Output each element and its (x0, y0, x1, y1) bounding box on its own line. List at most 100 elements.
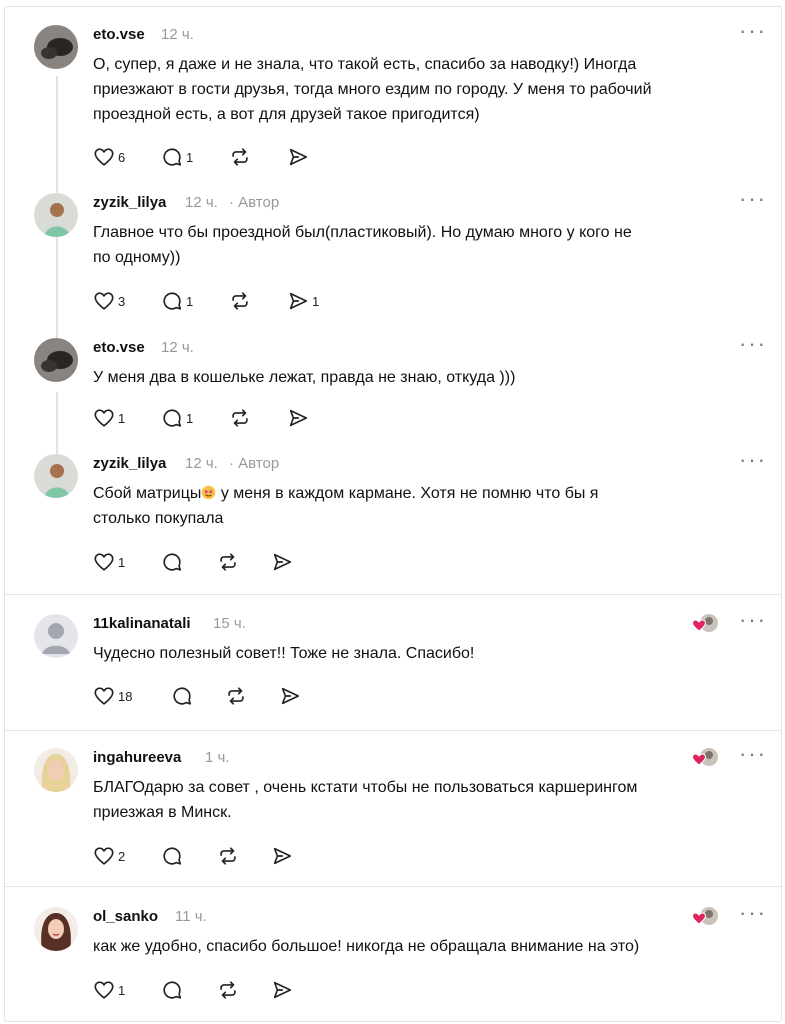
timestamp: 1 ч. (205, 749, 230, 766)
username[interactable]: zyzik_lilya (93, 455, 166, 472)
heart-icon (94, 981, 114, 999)
send-icon (273, 847, 292, 865)
repost-button[interactable] (217, 979, 239, 1001)
repost-button[interactable] (217, 845, 239, 867)
more-options-icon[interactable]: ··· (739, 18, 767, 44)
like-count: 1 (118, 554, 126, 570)
separator (4, 594, 781, 595)
share-button[interactable] (271, 551, 293, 573)
comment-icon (163, 409, 182, 427)
comment-text: У меня два в кошельке лежат, правда не з… (93, 369, 516, 386)
author-badge: · Автор (229, 455, 280, 472)
reply-count: 1 (186, 149, 194, 165)
comment-text: О, супер, я даже и не знала, что такой е… (93, 56, 652, 123)
repost-icon (232, 409, 248, 427)
emoji-icon (202, 485, 216, 500)
thread-line (56, 392, 58, 454)
comment-icon (173, 687, 192, 705)
share-button[interactable] (271, 845, 293, 867)
username[interactable]: eto.vse (93, 339, 145, 356)
repost-icon (232, 148, 248, 166)
heart-icon (94, 148, 114, 166)
avatar[interactable] (34, 193, 78, 237)
like-count: 1 (118, 982, 126, 998)
share-button[interactable] (279, 685, 301, 707)
reply-button[interactable] (171, 685, 193, 707)
comment-icon (163, 847, 182, 865)
share-count: 1 (312, 293, 320, 309)
like-count: 18 (118, 688, 133, 704)
reply-button[interactable]: 1 (161, 407, 193, 429)
liked-by-author-badge (691, 906, 720, 928)
avatar[interactable] (34, 454, 78, 498)
like-button[interactable]: 1 (93, 979, 125, 1001)
like-count: 3 (118, 293, 126, 309)
avatar[interactable] (34, 907, 78, 951)
reply-button[interactable] (161, 979, 183, 1001)
like-button[interactable]: 3 (93, 290, 125, 312)
reply-count: 1 (186, 293, 194, 309)
heart-icon (94, 687, 114, 705)
like-count: 1 (118, 410, 126, 426)
username[interactable]: eto.vse (93, 26, 145, 43)
username[interactable]: zyzik_lilya (93, 194, 166, 211)
reply-button[interactable] (161, 845, 183, 867)
timestamp: 12 ч. (185, 455, 218, 472)
comment-icon (163, 553, 182, 571)
share-button[interactable] (271, 979, 293, 1001)
like-button[interactable]: 18 (93, 685, 132, 707)
heart-icon (94, 847, 114, 865)
username[interactable]: 11kalinanatali (93, 615, 191, 632)
avatar[interactable] (34, 25, 78, 69)
username[interactable]: ingahureeva (93, 749, 181, 766)
avatar[interactable] (34, 614, 78, 658)
reply-button[interactable]: 1 (161, 146, 193, 168)
heart-icon (94, 409, 114, 427)
comment-icon (163, 148, 182, 166)
more-options-icon[interactable]: ··· (739, 186, 767, 212)
username[interactable]: ol_sanko (93, 908, 158, 925)
repost-icon (232, 292, 248, 310)
reply-button[interactable] (161, 551, 183, 573)
repost-button[interactable] (229, 407, 251, 429)
timestamp: 12 ч. (161, 26, 194, 43)
like-button[interactable]: 1 (93, 407, 125, 429)
share-button[interactable] (287, 407, 309, 429)
like-count: 2 (118, 848, 126, 864)
repost-button[interactable] (229, 146, 251, 168)
more-options-icon[interactable]: ··· (739, 900, 767, 926)
avatar[interactable] (34, 338, 78, 382)
avatar[interactable] (34, 748, 78, 792)
comment-text: Сбой матрицы у меня в каждом кармане. Хо… (93, 485, 599, 527)
send-icon (289, 292, 308, 310)
more-options-icon[interactable]: ··· (739, 607, 767, 633)
repost-icon (228, 687, 244, 705)
more-options-icon[interactable]: ··· (739, 331, 767, 357)
like-button[interactable]: 6 (93, 146, 125, 168)
timestamp: 12 ч. (185, 194, 218, 211)
send-icon (273, 553, 292, 571)
repost-button[interactable] (225, 685, 247, 707)
more-options-icon[interactable]: ··· (739, 447, 767, 473)
like-count: 6 (118, 149, 126, 165)
share-button[interactable]: 1 (287, 290, 319, 312)
author-badge: · Автор (229, 194, 280, 211)
separator (4, 730, 781, 731)
repost-icon (220, 553, 236, 571)
timestamp: 12 ч. (161, 339, 194, 356)
repost-button[interactable] (229, 290, 251, 312)
comment-text: БЛАГОдарю за совет , очень кстати чтобы … (93, 779, 638, 821)
repost-button[interactable] (217, 551, 239, 573)
reply-button[interactable]: 1 (161, 290, 193, 312)
share-button[interactable] (287, 146, 309, 168)
comment-text: как же удобно, спасибо большое! никогда … (93, 938, 640, 955)
liked-by-author-badge (691, 747, 720, 769)
comment-text: Чудесно полезный совет!! Тоже не знала. … (93, 645, 475, 662)
heart-icon (94, 292, 114, 310)
repost-icon (220, 847, 236, 865)
liked-by-author-badge (691, 613, 720, 635)
like-button[interactable]: 1 (93, 551, 125, 573)
more-options-icon[interactable]: ··· (739, 741, 767, 767)
like-button[interactable]: 2 (93, 845, 125, 867)
comment-icon (163, 292, 182, 310)
